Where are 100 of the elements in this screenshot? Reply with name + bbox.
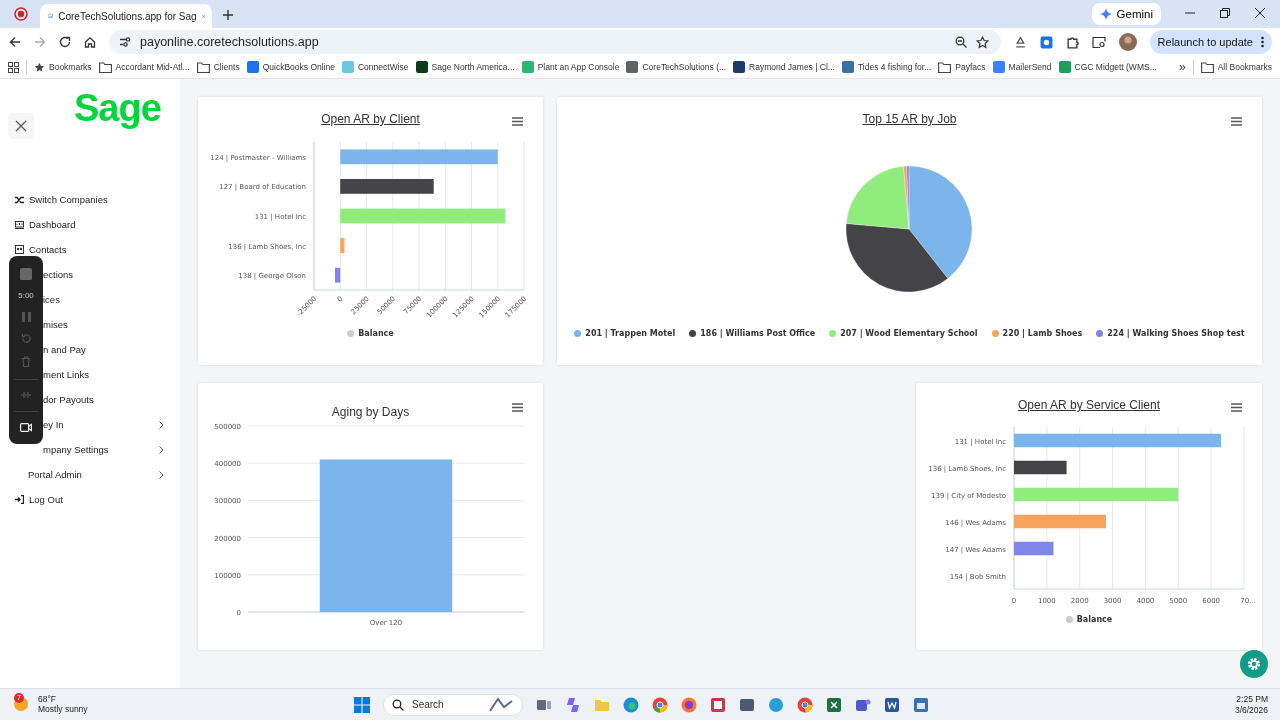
clock-time: 2:25 PM [1236,694,1268,705]
bookmark-link[interactable]: QuickBooks Online [246,61,335,73]
menu-item[interactable]: Switch Companies [0,187,180,212]
menu-item[interactable]: dor Payouts [43,387,180,412]
camera-icon[interactable] [20,423,32,433]
windows-start-icon[interactable] [354,696,370,713]
extension-icon[interactable] [1039,35,1053,49]
menu-item[interactable]: mises [43,312,180,337]
close-icon [15,120,27,132]
chevron-right-icon [159,420,164,429]
browser-icon[interactable] [681,696,697,713]
bookmark-link[interactable]: Accordant Mid-Atl... [98,61,190,73]
puzzle-icon[interactable] [1065,35,1079,49]
stop-icon[interactable] [20,267,32,280]
menu-item[interactable]: ment Links [43,362,180,387]
avatar-icon[interactable] [1118,33,1137,51]
folder-icon [938,61,952,73]
bookmark-link[interactable]: All Bookmarks [1200,61,1272,73]
site-info-icon[interactable] [119,36,131,48]
browser-icon[interactable] [652,696,668,713]
recording-timer: 5:00 [18,291,34,301]
close-icon[interactable] [1255,8,1265,18]
bookmark-link[interactable]: CGC Midgett (WMS... [1058,61,1157,73]
chart-title[interactable]: Open AR by Service Client [1017,398,1161,412]
url-text: payonline.coretechsolutions.app [140,35,319,49]
folder-icon [98,61,112,73]
dashboard-icon [15,220,24,229]
back-icon[interactable] [9,36,21,48]
search-field[interactable]: Search [383,693,523,716]
browser-icon[interactable] [797,696,813,713]
chart-title[interactable]: Top 15 AR by Job [862,112,957,126]
restart-icon[interactable] [20,333,32,345]
weather-text: Mostly sunny [38,704,88,715]
kebab-menu-icon[interactable] [1261,36,1264,48]
app-icon[interactable] [710,696,726,713]
search-icon [392,698,404,711]
apps-grid-icon[interactable] [8,61,19,73]
spreadsheet-icon[interactable] [826,696,842,713]
app-icon[interactable] [913,696,929,713]
bookmark-link[interactable]: ConnectWise [341,61,409,73]
menu-icon[interactable] [1231,403,1242,412]
new-tab-icon[interactable] [222,9,234,21]
menu-item[interactable]: Contacts [0,237,180,262]
star-icon[interactable] [975,35,989,49]
menu-icon[interactable] [512,403,523,412]
bookmark-link[interactable]: Sage North America... [415,61,515,73]
folder-icon [1200,61,1214,73]
restore-icon[interactable] [1220,8,1230,18]
menu-item[interactable]: Log Out [0,487,180,512]
menu-item[interactable]: Portal Admin [0,462,180,487]
home-icon[interactable] [84,36,96,48]
bookmark-link[interactable]: MailerSend [992,61,1052,73]
document-icon[interactable] [884,696,900,713]
star-icon [34,61,45,73]
menu-item[interactable]: mpany Settings [43,437,180,462]
bookmark-link[interactable]: Payfacs [938,61,986,73]
record-icon[interactable] [14,7,28,21]
legend-dot [347,329,355,337]
tab-search-icon[interactable] [1091,35,1106,49]
address-bar[interactable]: payonline.coretechsolutions.app [109,30,1001,54]
menu-icon[interactable] [512,117,523,126]
zoom-icon[interactable] [954,36,967,48]
browser-tab[interactable]: CoreTechSolutions.app for Sag [40,4,212,28]
more-bookmarks-button[interactable]: » [1179,60,1186,74]
menu-item[interactable]: ections [43,262,180,287]
bookmark-link[interactable]: Clients [196,61,240,73]
bookmark-link[interactable]: Raymond James | Cl... [733,61,835,73]
legend-dot [1065,615,1073,623]
gemini-button[interactable]: Gemini [1091,3,1161,25]
chevron-right-icon [159,445,164,454]
contacts-icon [15,245,24,254]
gear-icon [1247,657,1261,671]
chevron-right-icon [159,470,164,479]
bookmark-link[interactable]: Tides 4 fishing for... [841,61,932,73]
menu-item[interactable]: n and Pay [43,337,180,362]
menu-icon[interactable] [1231,117,1242,126]
copilot-icon[interactable] [565,696,581,713]
app-icon[interactable] [768,696,784,713]
bookmark-link[interactable]: Bookmarks [34,61,92,73]
menu-item[interactable]: ices [43,287,180,312]
settings-button[interactable] [1240,650,1268,678]
chart-title: Aging by Days [331,405,410,419]
chart-title[interactable]: Open AR by Client [321,112,420,126]
menu-item[interactable]: Dashboard [0,212,180,237]
relaunch-button[interactable]: Relaunch to update [1149,30,1272,54]
squiggle-icon [488,696,514,713]
sparkle-icon [1099,8,1112,20]
bookmark-link[interactable]: CoreTechSolutions (... [626,61,727,73]
bookmark-link[interactable]: Plant an App Console [521,61,620,73]
clock-date: 3/6/2026 [1234,704,1268,715]
logout-icon [15,495,24,504]
legend-label: Balance [358,328,394,338]
close-button[interactable] [8,113,34,139]
legend-item[interactable]: Balance [347,328,394,338]
app-icon[interactable] [739,696,755,713]
temperature-text: 68°F [38,694,58,705]
legend-item[interactable]: Balance [1065,614,1113,624]
browser-icon[interactable] [623,696,639,713]
reload-icon[interactable] [59,36,71,48]
menu-item[interactable]: ey In [43,412,180,437]
